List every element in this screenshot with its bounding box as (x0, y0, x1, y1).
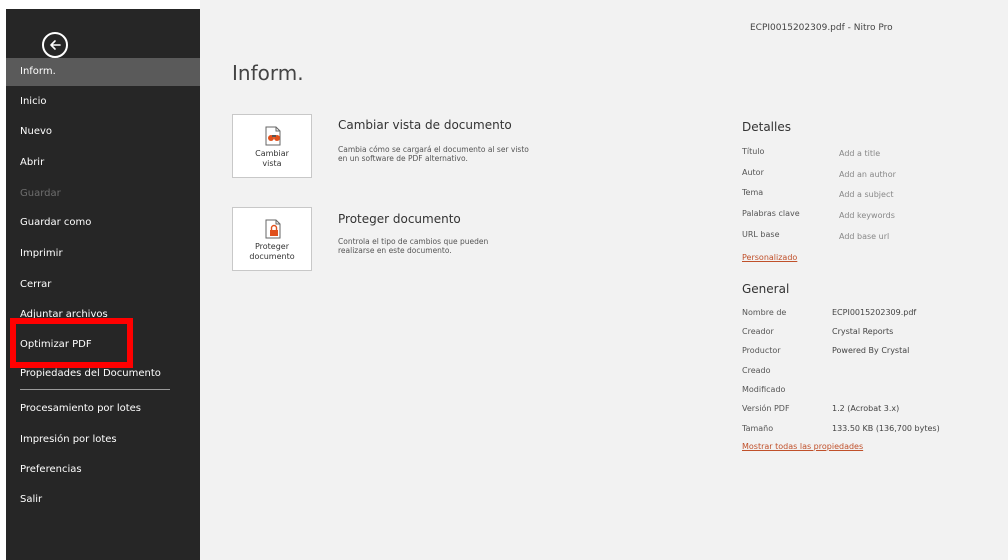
page-title: Inform. (232, 61, 304, 85)
highlight-annotation (10, 318, 133, 368)
prop-label-nombre: Nombre de (742, 308, 787, 317)
details-heading: Detalles (742, 120, 791, 134)
nav-item-nuevo[interactable]: Nuevo (6, 118, 200, 146)
protect-desc-line2: realizarse en este documento. (338, 246, 452, 255)
prop-label-url-base: URL base (742, 230, 780, 239)
binoculars-document-icon (265, 126, 281, 146)
change-view-description: Cambia cómo se cargará el documento al s… (338, 145, 598, 163)
protect-tile-label: Proteger documento (233, 242, 311, 262)
nav-item-imprimir[interactable]: Imprimir (6, 240, 200, 268)
general-heading: General (742, 282, 790, 296)
backstage-content (200, 0, 1008, 560)
prop-value-url-base[interactable]: Add base url (839, 232, 889, 241)
protect-heading: Proteger documento (338, 212, 461, 226)
nav-item-abrir[interactable]: Abrir (6, 149, 200, 177)
protect-description: Controla el tipo de cambios que pueden r… (338, 237, 598, 255)
sidebar-divider (20, 389, 170, 390)
prop-label-tamano: Tamaño (742, 424, 774, 433)
prop-label-titulo: Título (742, 147, 765, 156)
prop-value-titulo[interactable]: Add a title (839, 149, 880, 158)
lock-document-icon (265, 219, 281, 239)
nav-item-guardar-como[interactable]: Guardar como (6, 209, 200, 237)
nav-item-impresion-lotes[interactable]: Impresión por lotes (6, 426, 200, 454)
nav-item-inicio[interactable]: Inicio (6, 88, 200, 116)
nav-item-inform[interactable]: Inform. (6, 58, 200, 86)
back-arrow-icon (50, 40, 61, 50)
nav-item-salir[interactable]: Salir (6, 486, 200, 514)
prop-value-tema[interactable]: Add a subject (839, 190, 893, 199)
protect-desc-line1: Controla el tipo de cambios que pueden (338, 237, 489, 246)
backstage-sidebar: Inform. Inicio Nuevo Abrir Guardar Guard… (6, 9, 200, 560)
protect-tile-label-line2: documento (249, 252, 295, 261)
protect-document-button[interactable]: Proteger documento (232, 207, 312, 271)
page: ECPI0015202309.pdf - Nitro Pro Inform. I… (0, 0, 1008, 560)
prop-label-creador: Creador (742, 327, 774, 336)
prop-label-creado: Creado (742, 366, 771, 375)
prop-value-creador: Crystal Reports (832, 327, 894, 336)
prop-value-version-pdf: 1.2 (Acrobat 3.x) (832, 404, 900, 413)
custom-properties-link[interactable]: Personalizado (742, 253, 797, 262)
change-view-tile-label: Cambiar vista (233, 149, 311, 169)
back-button[interactable] (42, 32, 68, 58)
prop-label-tema: Tema (742, 188, 764, 197)
prop-value-tamano: 133.50 KB (136,700 bytes) (832, 424, 940, 433)
nav-item-procesamiento-lotes[interactable]: Procesamiento por lotes (6, 395, 200, 423)
nav-item-guardar: Guardar (20, 188, 61, 199)
prop-label-version-pdf: Versión PDF (742, 404, 790, 413)
prop-label-palabras-clave: Palabras clave (742, 209, 800, 218)
change-view-button[interactable]: Cambiar vista (232, 114, 312, 178)
change-view-desc-line1: Cambia cómo se cargará el documento al s… (338, 145, 529, 154)
nav-item-preferencias[interactable]: Preferencias (6, 456, 200, 484)
prop-value-autor[interactable]: Add an author (839, 170, 896, 179)
prop-value-palabras-clave[interactable]: Add keywords (839, 211, 895, 220)
protect-tile-label-line1: Proteger (254, 242, 290, 251)
window-title: ECPI0015202309.pdf - Nitro Pro (750, 23, 893, 33)
prop-label-autor: Autor (742, 168, 764, 177)
change-view-desc-line2: en un software de PDF alternativo. (338, 154, 468, 163)
change-view-tile-label-line1: Cambiar (255, 149, 289, 158)
nav-item-cerrar[interactable]: Cerrar (6, 271, 200, 299)
change-view-tile-label-line2: vista (262, 159, 282, 168)
change-view-heading: Cambiar vista de documento (338, 118, 512, 132)
prop-value-nombre: ECPI0015202309.pdf (832, 308, 917, 317)
prop-label-productor: Productor (742, 346, 781, 355)
prop-label-modificado: Modificado (742, 385, 786, 394)
prop-value-productor: Powered By Crystal (832, 346, 910, 355)
show-all-properties-link[interactable]: Mostrar todas las propiedades (742, 442, 863, 451)
